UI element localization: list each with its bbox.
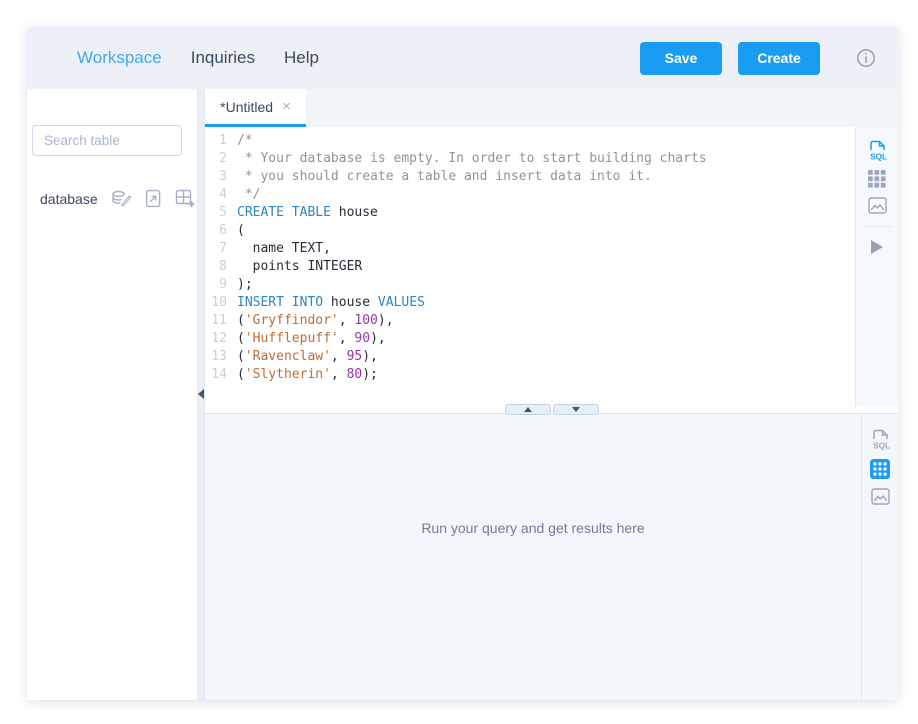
database-edit-icon[interactable]	[111, 190, 132, 208]
collapse-sidebar-icon[interactable]	[198, 389, 204, 399]
code-line: /*	[237, 132, 707, 150]
expand-up-button[interactable]	[505, 404, 551, 415]
tab-untitled[interactable]: *Untitled ×	[205, 89, 306, 127]
nav-item-help[interactable]: Help	[284, 48, 319, 68]
run-query-icon[interactable]	[870, 239, 884, 255]
table-view-icon[interactable]	[868, 170, 886, 188]
code-line: );	[237, 276, 707, 294]
save-button[interactable]: Save	[640, 42, 722, 75]
tab-bar: *Untitled ×	[205, 89, 898, 127]
code-line: ('Hufflepuff', 90),	[237, 330, 707, 348]
editor-pane: 1234567891011121314 /* * Your database i…	[205, 127, 898, 407]
main-nav: Workspace Inquiries Help	[77, 48, 319, 68]
toolbar-divider	[863, 226, 891, 227]
sql-view-icon[interactable]: SQL	[867, 138, 888, 161]
expand-down-button[interactable]	[553, 404, 599, 415]
editor-toolbar: SQL	[855, 127, 898, 407]
results-table-view-icon[interactable]	[870, 459, 890, 479]
results-area: Run your query and get results here	[205, 414, 861, 700]
code-line: CREATE TABLE house	[237, 204, 707, 222]
results-pane: Run your query and get results here SQL	[205, 414, 898, 700]
main-column: *Untitled × 1234567891011121314 /* * You…	[205, 89, 898, 700]
top-nav-bar: Workspace Inquiries Help Save Create	[27, 27, 898, 89]
code-line: * Your database is empty. In order to st…	[237, 150, 707, 168]
nav-item-inquiries[interactable]: Inquiries	[191, 48, 255, 68]
tab-label: *Untitled	[220, 99, 273, 115]
results-sql-view-icon[interactable]: SQL	[870, 427, 891, 450]
close-tab-icon[interactable]: ×	[282, 98, 291, 115]
code-line: points INTEGER	[237, 258, 707, 276]
file-import-icon[interactable]	[145, 189, 162, 208]
up-triangle-icon	[524, 407, 532, 412]
search-table-input[interactable]	[32, 125, 182, 156]
horizontal-splitter[interactable]	[205, 407, 898, 414]
code-line: */	[237, 186, 707, 204]
sql-icon-label: SQL	[873, 442, 890, 450]
results-toolbar: SQL	[861, 414, 898, 700]
code-line: * you should create a table and insert d…	[237, 168, 707, 186]
create-button[interactable]: Create	[738, 42, 820, 75]
info-icon[interactable]	[856, 48, 876, 68]
database-label: database	[40, 191, 98, 207]
sql-editor[interactable]: 1234567891011121314 /* * Your database i…	[205, 127, 855, 407]
nav-item-workspace[interactable]: Workspace	[77, 48, 162, 68]
app-window: Workspace Inquiries Help Save Create dat	[27, 27, 898, 700]
code-content: /* * Your database is empty. In order to…	[237, 132, 707, 407]
database-row: database	[40, 189, 197, 208]
header-actions: Save Create	[640, 42, 876, 75]
down-triangle-icon	[572, 407, 580, 412]
code-line: ('Slytherin', 80);	[237, 366, 707, 384]
code-line: ('Ravenclaw', 95),	[237, 348, 707, 366]
results-placeholder-text: Run your query and get results here	[421, 520, 644, 700]
chart-view-icon[interactable]	[868, 197, 887, 214]
code-line: ('Gryffindor', 100),	[237, 312, 707, 330]
code-line: name TEXT,	[237, 240, 707, 258]
line-numbers: 1234567891011121314	[205, 132, 227, 407]
app-body: database	[27, 89, 898, 700]
sql-icon-label: SQL	[870, 153, 887, 161]
sidebar: database	[27, 89, 197, 700]
code-line: (	[237, 222, 707, 240]
table-add-icon[interactable]	[175, 189, 195, 208]
code-line: INSERT INTO house VALUES	[237, 294, 707, 312]
vertical-splitter[interactable]	[197, 89, 205, 700]
results-chart-view-icon[interactable]	[871, 488, 890, 505]
